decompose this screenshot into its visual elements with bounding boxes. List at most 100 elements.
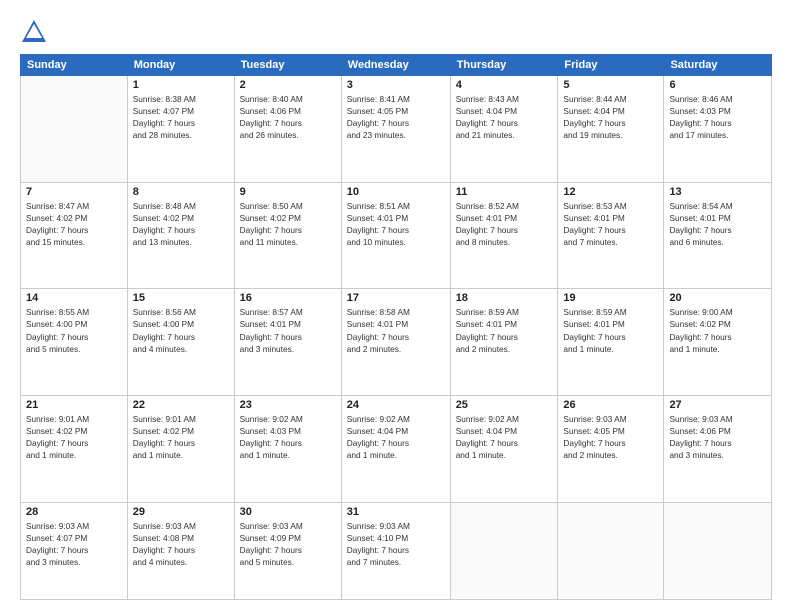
day-number: 20 [669,292,766,304]
calendar-cell: 17Sunrise: 8:58 AMSunset: 4:01 PMDayligh… [341,289,450,396]
day-number: 25 [456,399,553,411]
calendar-cell: 5 Sunrise: 8:44 AMSunset: 4:04 PMDaylight… [558,76,664,183]
day-number: 15 [133,292,229,304]
day-info: Sunrise: 8:46 AMSunset: 4:03 PMDaylight:… [669,93,766,141]
calendar-cell [664,502,772,599]
day-info: Sunrise: 9:03 AMSunset: 4:05 PMDaylight:… [563,413,658,461]
day-info: Sunrise: 8:44 AMSunset: 4:04 PMDaylight:… [563,93,658,141]
day-number: 18 [456,292,553,304]
day-number: 30 [240,506,336,518]
weekday-header: Monday [127,55,234,76]
calendar-cell: 18 Sunrise: 8:59 AMSunset: 4:01 PMDayligh… [450,289,558,396]
day-number: 24 [347,399,445,411]
calendar-cell: 23 Sunrise: 9:02 AMSunset: 4:03 PMDayligh… [234,396,341,503]
weekday-header: Friday [558,55,664,76]
day-info: Sunrise: 8:54 AMSunset: 4:01 PMDaylight:… [669,200,766,248]
calendar-cell: 22 Sunrise: 9:01 AMSunset: 4:02 PMDayligh… [127,396,234,503]
weekday-header: Tuesday [234,55,341,76]
day-info: Sunrise: 8:51 AMSunset: 4:01 PMDaylight:… [347,200,445,248]
day-info: Sunrise: 9:01 AMSunset: 4:02 PMDaylight:… [133,413,229,461]
day-number: 31 [347,506,445,518]
calendar-cell: 9 Sunrise: 8:50 AMSunset: 4:02 PMDaylight… [234,182,341,289]
day-number: 3 [347,79,445,91]
day-info: Sunrise: 8:48 AMSunset: 4:02 PMDaylight:… [133,200,229,248]
day-info: Sunrise: 9:00 AMSunset: 4:02 PMDaylight:… [669,306,766,354]
calendar-cell: 24 Sunrise: 9:02 AMSunset: 4:04 PMDayligh… [341,396,450,503]
day-info: Sunrise: 8:59 AMSunset: 4:01 PMDaylight:… [456,306,553,354]
calendar-week-row: 14 Sunrise: 8:55 AMSunset: 4:00 PMDayligh… [21,289,772,396]
day-info: Sunrise: 8:50 AMSunset: 4:02 PMDaylight:… [240,200,336,248]
day-number: 27 [669,399,766,411]
weekday-header: Wednesday [341,55,450,76]
calendar-cell: 20 Sunrise: 9:00 AMSunset: 4:02 PMDayligh… [664,289,772,396]
calendar-cell: 13Sunrise: 8:54 AMSunset: 4:01 PMDayligh… [664,182,772,289]
day-number: 9 [240,186,336,198]
calendar-cell: 26Sunrise: 9:03 AMSunset: 4:05 PMDayligh… [558,396,664,503]
day-number: 21 [26,399,122,411]
day-number: 6 [669,79,766,91]
calendar-cell: 12 Sunrise: 8:53 AMSunset: 4:01 PMDayligh… [558,182,664,289]
day-number: 11 [456,186,553,198]
calendar-cell: 6 Sunrise: 8:46 AMSunset: 4:03 PMDaylight… [664,76,772,183]
calendar-cell: 14 Sunrise: 8:55 AMSunset: 4:00 PMDayligh… [21,289,128,396]
day-info: Sunrise: 8:58 AMSunset: 4:01 PMDaylight:… [347,306,445,354]
calendar-cell: 8 Sunrise: 8:48 AMSunset: 4:02 PMDaylight… [127,182,234,289]
day-number: 1 [133,79,229,91]
day-info: Sunrise: 8:41 AMSunset: 4:05 PMDaylight:… [347,93,445,141]
calendar-cell: 11 Sunrise: 8:52 AMSunset: 4:01 PMDayligh… [450,182,558,289]
day-info: Sunrise: 8:59 AMSunset: 4:01 PMDaylight:… [563,306,658,354]
logo-icon [20,18,48,46]
day-number: 2 [240,79,336,91]
calendar-cell: 3 Sunrise: 8:41 AMSunset: 4:05 PMDaylight… [341,76,450,183]
calendar-week-row: 7 Sunrise: 8:47 AMSunset: 4:02 PMDaylight… [21,182,772,289]
calendar-cell: 29 Sunrise: 9:03 AMSunset: 4:08 PMDayligh… [127,502,234,599]
calendar-cell: 16 Sunrise: 8:57 AMSunset: 4:01 PMDayligh… [234,289,341,396]
weekday-header: Thursday [450,55,558,76]
weekday-header: Sunday [21,55,128,76]
day-number: 8 [133,186,229,198]
calendar-cell: 4Sunrise: 8:43 AMSunset: 4:04 PMDaylight… [450,76,558,183]
day-number: 19 [563,292,658,304]
day-info: Sunrise: 9:02 AMSunset: 4:03 PMDaylight:… [240,413,336,461]
day-number: 22 [133,399,229,411]
day-info: Sunrise: 8:38 AMSunset: 4:07 PMDaylight:… [133,93,229,141]
calendar-cell: 15 Sunrise: 8:56 AMSunset: 4:00 PMDayligh… [127,289,234,396]
day-info: Sunrise: 8:56 AMSunset: 4:00 PMDaylight:… [133,306,229,354]
calendar-week-row: 21 Sunrise: 9:01 AMSunset: 4:02 PMDayligh… [21,396,772,503]
weekday-header: Saturday [664,55,772,76]
calendar-week-row: 1 Sunrise: 8:38 AMSunset: 4:07 PMDaylight… [21,76,772,183]
day-number: 5 [563,79,658,91]
day-info: Sunrise: 9:03 AMSunset: 4:09 PMDaylight:… [240,520,336,568]
calendar: SundayMondayTuesdayWednesdayThursdayFrid… [20,54,772,600]
calendar-cell [450,502,558,599]
day-number: 14 [26,292,122,304]
header [20,18,772,46]
calendar-cell: 2Sunrise: 8:40 AMSunset: 4:06 PMDaylight… [234,76,341,183]
day-info: Sunrise: 8:52 AMSunset: 4:01 PMDaylight:… [456,200,553,248]
calendar-cell: 25Sunrise: 9:02 AMSunset: 4:04 PMDayligh… [450,396,558,503]
weekday-header-row: SundayMondayTuesdayWednesdayThursdayFrid… [21,55,772,76]
day-info: Sunrise: 8:55 AMSunset: 4:00 PMDaylight:… [26,306,122,354]
day-info: Sunrise: 9:02 AMSunset: 4:04 PMDaylight:… [347,413,445,461]
day-info: Sunrise: 8:53 AMSunset: 4:01 PMDaylight:… [563,200,658,248]
day-info: Sunrise: 9:03 AMSunset: 4:08 PMDaylight:… [133,520,229,568]
day-info: Sunrise: 9:03 AMSunset: 4:10 PMDaylight:… [347,520,445,568]
day-info: Sunrise: 8:43 AMSunset: 4:04 PMDaylight:… [456,93,553,141]
day-number: 28 [26,506,122,518]
day-info: Sunrise: 8:57 AMSunset: 4:01 PMDaylight:… [240,306,336,354]
day-number: 29 [133,506,229,518]
day-info: Sunrise: 9:03 AMSunset: 4:06 PMDaylight:… [669,413,766,461]
day-info: Sunrise: 8:47 AMSunset: 4:02 PMDaylight:… [26,200,122,248]
calendar-cell: 1 Sunrise: 8:38 AMSunset: 4:07 PMDaylight… [127,76,234,183]
day-number: 10 [347,186,445,198]
calendar-cell: 28Sunrise: 9:03 AMSunset: 4:07 PMDayligh… [21,502,128,599]
calendar-cell: 30 Sunrise: 9:03 AMSunset: 4:09 PMDayligh… [234,502,341,599]
day-number: 12 [563,186,658,198]
calendar-cell: 7 Sunrise: 8:47 AMSunset: 4:02 PMDaylight… [21,182,128,289]
calendar-cell: 27 Sunrise: 9:03 AMSunset: 4:06 PMDayligh… [664,396,772,503]
day-number: 7 [26,186,122,198]
calendar-cell: 10 Sunrise: 8:51 AMSunset: 4:01 PMDayligh… [341,182,450,289]
day-number: 16 [240,292,336,304]
day-number: 23 [240,399,336,411]
page: SundayMondayTuesdayWednesdayThursdayFrid… [0,0,792,612]
